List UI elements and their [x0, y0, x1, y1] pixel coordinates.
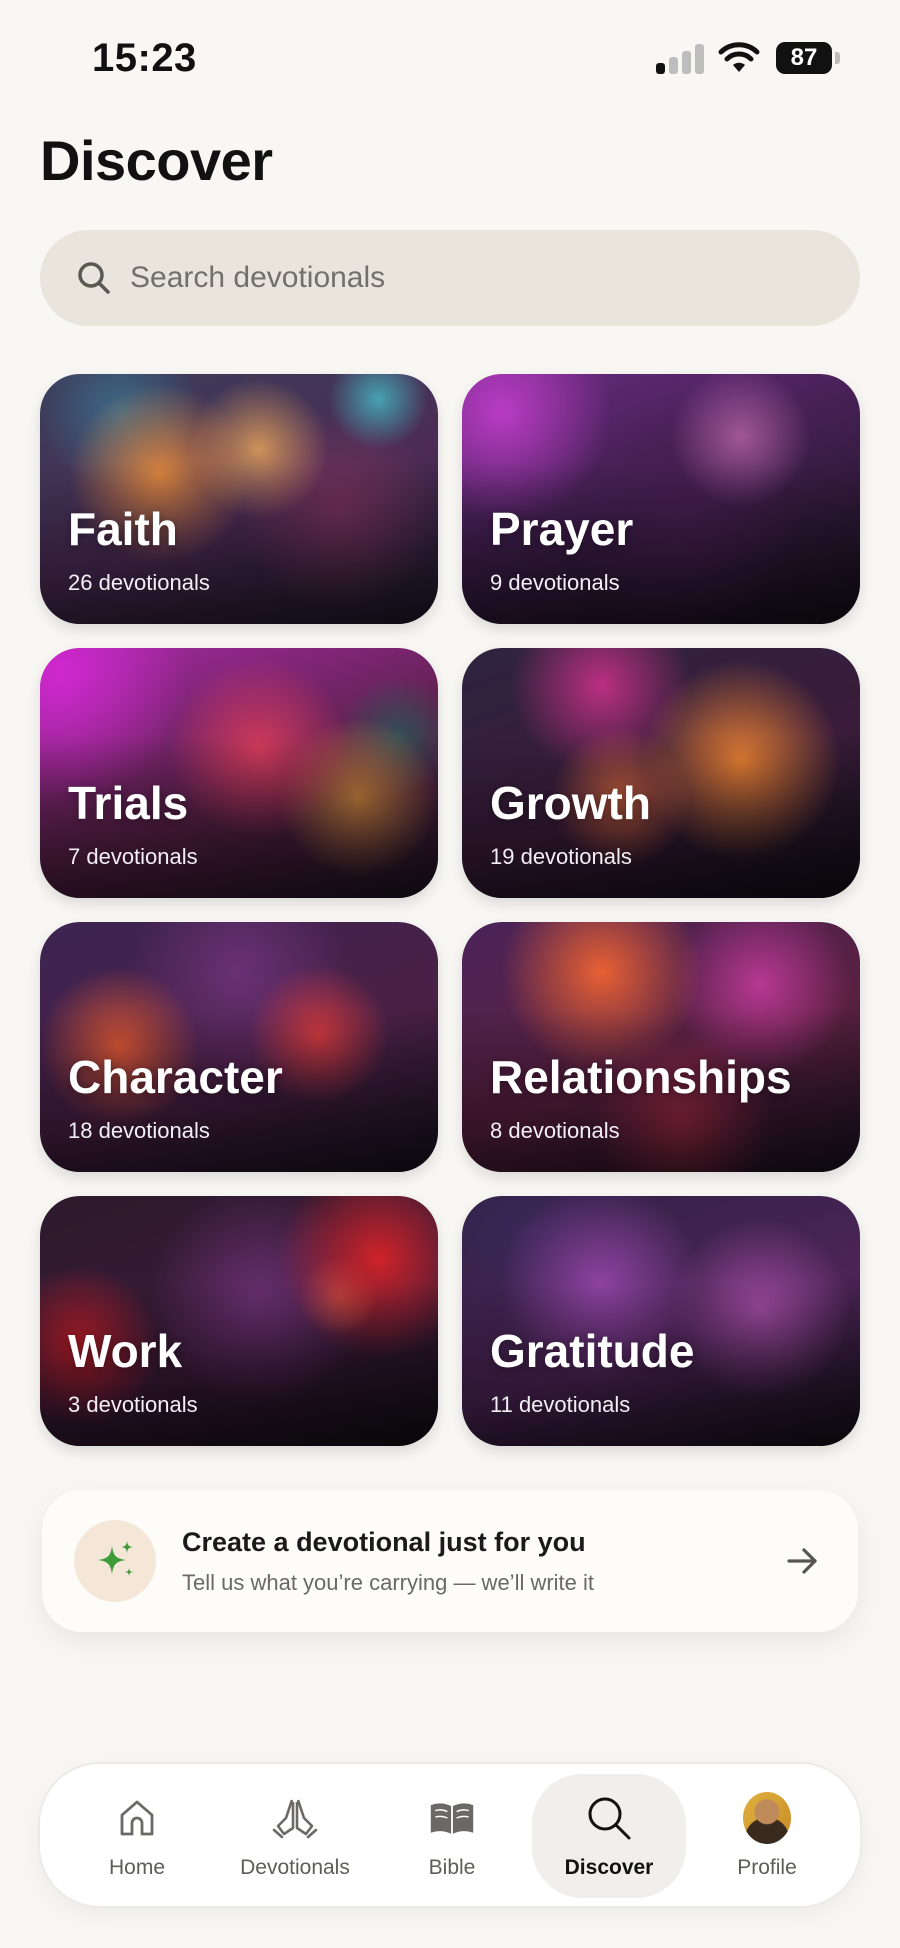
avatar: [743, 1792, 791, 1844]
signal-icon: [656, 44, 704, 74]
tab-bar: Home Devotionals Bible Discover Profile: [38, 1762, 862, 1908]
search-icon: [78, 262, 110, 294]
create-card-text: Create a devotional just for you Tell us…: [182, 1527, 784, 1596]
category-card-work[interactable]: Work 3 devotionals: [40, 1196, 438, 1446]
category-count: 26 devotionals: [68, 570, 210, 595]
category-title: Work: [68, 1325, 183, 1377]
category-card-growth[interactable]: Growth 19 devotionals: [462, 648, 860, 898]
tab-profile[interactable]: Profile: [690, 1774, 844, 1898]
category-count: 9 devotionals: [490, 570, 620, 595]
category-title: Trials: [68, 777, 189, 829]
tab-discover[interactable]: Discover: [532, 1774, 686, 1898]
create-card-title: Create a devotional just for you: [182, 1526, 586, 1557]
tab-label: Discover: [564, 1856, 654, 1879]
category-title: Relationships: [490, 1051, 792, 1103]
category-grid: Faith 26 devotionals Prayer 9 devotional…: [40, 374, 860, 1446]
tab-bible[interactable]: Bible: [375, 1774, 529, 1898]
status-time: 15:23: [92, 36, 197, 80]
category-card-character[interactable]: Character 18 devotionals: [40, 922, 438, 1172]
category-card-trials[interactable]: Trials 7 devotionals: [40, 648, 438, 898]
sparkles-icon: [98, 1541, 133, 1576]
create-card-subtitle: Tell us what you’re carrying — we’ll wri…: [182, 1569, 595, 1595]
category-card-faith[interactable]: Faith 26 devotionals: [40, 374, 438, 624]
status-bar: 15:23 87: [0, 0, 900, 110]
praying-hands-icon: [271, 1794, 319, 1842]
category-count: 7 devotionals: [68, 844, 198, 869]
tab-label: Bible: [428, 1856, 476, 1879]
search-input[interactable]: [130, 261, 770, 295]
page-title: Discover: [40, 129, 273, 192]
tab-label: Home: [108, 1856, 166, 1879]
tab-label: Profile: [737, 1856, 797, 1879]
category-count: 18 devotionals: [68, 1118, 210, 1143]
category-count: 19 devotionals: [490, 844, 632, 869]
home-icon: [113, 1794, 161, 1842]
arrow-right-icon: [787, 1548, 817, 1574]
category-title: Prayer: [490, 503, 634, 555]
category-count: 11 devotionals: [490, 1392, 631, 1417]
tab-label: Devotionals: [240, 1856, 350, 1879]
create-devotional-card[interactable]: Create a devotional just for you Tell us…: [42, 1490, 858, 1632]
battery-icon: 87: [776, 42, 840, 74]
category-card-gratitude[interactable]: Gratitude 11 devotionals: [462, 1196, 860, 1446]
wifi-icon: [718, 42, 760, 72]
tab-devotionals[interactable]: Devotionals: [218, 1774, 372, 1898]
category-card-relationships[interactable]: Relationships 8 devotionals: [462, 922, 860, 1172]
category-title: Gratitude: [490, 1325, 695, 1377]
category-count: 8 devotionals: [490, 1118, 620, 1143]
category-count: 3 devotionals: [68, 1392, 198, 1417]
sparkles-icon-badge: [74, 1520, 156, 1602]
battery-level: 87: [776, 42, 832, 74]
tab-home[interactable]: Home: [60, 1774, 214, 1898]
category-title: Growth: [490, 777, 651, 829]
category-title: Character: [68, 1051, 283, 1103]
category-title: Faith: [68, 503, 178, 555]
search-icon: [585, 1794, 633, 1842]
category-card-prayer[interactable]: Prayer 9 devotionals: [462, 374, 860, 624]
search-bar[interactable]: [40, 230, 860, 326]
book-icon: [428, 1794, 476, 1842]
